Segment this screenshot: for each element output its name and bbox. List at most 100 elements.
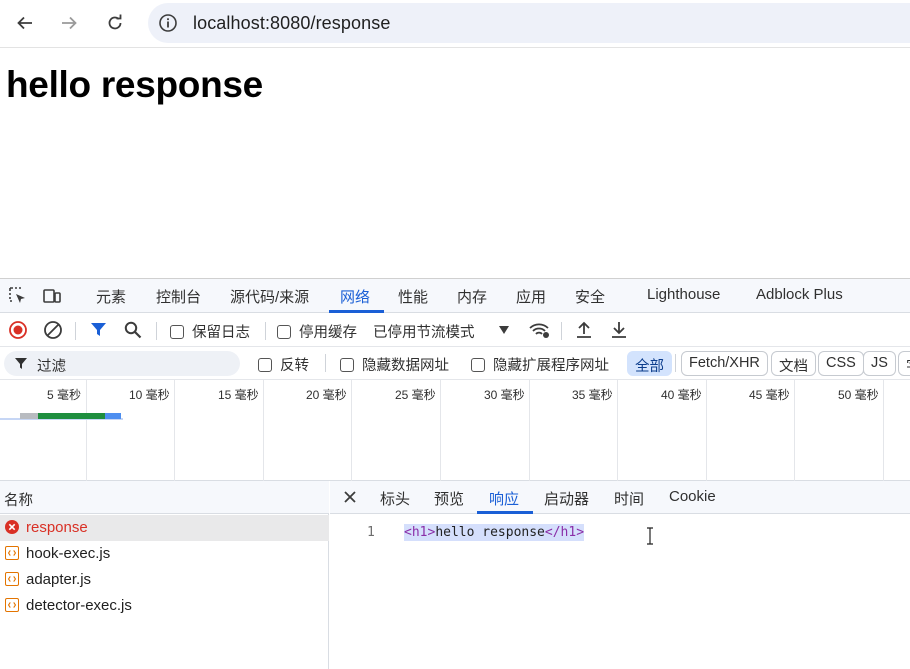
request-name: response	[26, 519, 88, 536]
reload-button[interactable]	[100, 8, 130, 38]
tab-console[interactable]: 控制台	[156, 286, 201, 307]
active-detail-tab-indicator	[477, 511, 533, 514]
clear-icon[interactable]	[43, 320, 63, 340]
tab-preview[interactable]: 预览	[434, 488, 464, 509]
network-conditions-icon[interactable]	[528, 320, 550, 340]
script-file-icon	[5, 572, 19, 586]
timeline-tick-label: 20 毫秒	[306, 388, 347, 402]
filter-type-font[interactable]: 字	[898, 351, 910, 376]
error-icon	[5, 520, 19, 534]
tab-response[interactable]: 响应	[489, 488, 519, 509]
url-text[interactable]: localhost:8080/response	[193, 13, 390, 34]
response-code-line[interactable]: 1 <h1>hello response</h1>	[330, 524, 910, 544]
network-toolbar: 保留日志 停用缓存 已停用节流模式	[0, 313, 910, 347]
request-row-detector-exec[interactable]: detector-exec.js	[0, 593, 329, 619]
tab-network[interactable]: 网络	[340, 286, 370, 307]
invert-label: 反转	[280, 358, 309, 374]
timeline-bar-waiting	[20, 413, 38, 419]
filter-type-css[interactable]: CSS	[818, 351, 864, 376]
throttling-value: 已停用节流模式	[373, 325, 475, 341]
request-name: hook-exec.js	[26, 545, 111, 562]
filter-type-js[interactable]: JS	[863, 351, 896, 376]
request-row-adapter[interactable]: adapter.js	[0, 567, 329, 593]
timeline-tick-label: 35 毫秒	[572, 388, 613, 402]
selected-code[interactable]: <h1>hello response</h1>	[404, 524, 585, 541]
throttling-select[interactable]: 已停用节流模式	[373, 321, 475, 342]
checkbox-box[interactable]	[170, 325, 184, 339]
disable-cache-checkbox[interactable]: 停用缓存	[277, 321, 357, 342]
checkbox-box[interactable]	[340, 358, 354, 372]
filter-placeholder: 过滤	[37, 359, 66, 375]
text-cursor-icon	[647, 527, 653, 545]
request-row-hook-exec[interactable]: hook-exec.js	[0, 541, 329, 567]
tab-lighthouse[interactable]: Lighthouse	[647, 286, 720, 303]
search-icon[interactable]	[124, 321, 142, 339]
filter-type-all[interactable]: 全部	[627, 351, 672, 376]
details-tab-bar: 标头 预览 响应 启动器 时间 Cookie	[330, 481, 910, 514]
hide-data-urls-label: 隐藏数据网址	[362, 358, 449, 374]
separator	[675, 354, 676, 372]
timeline-bar-download	[105, 413, 121, 419]
timeline-gridline	[529, 380, 530, 481]
address-bar[interactable]: localhost:8080/response	[148, 3, 910, 43]
filter-type-fetch-xhr[interactable]: Fetch/XHR	[681, 351, 768, 376]
devtools-panel: 元素 控制台 源代码/来源 网络 性能 内存 应用 安全 Lighthouse …	[0, 278, 910, 669]
browser-toolbar: localhost:8080/response	[0, 0, 910, 48]
checkbox-box[interactable]	[277, 325, 291, 339]
tab-headers[interactable]: 标头	[380, 488, 410, 509]
filter-funnel-icon	[15, 358, 27, 369]
filter-input[interactable]: 过滤	[4, 351, 240, 376]
tab-initiator[interactable]: 启动器	[544, 488, 589, 509]
page-heading: hello response	[6, 64, 263, 105]
name-column-header[interactable]: 名称	[4, 489, 33, 510]
timeline-gridline	[883, 380, 884, 481]
hide-extension-urls-label: 隐藏扩展程序网址	[493, 358, 609, 374]
request-row-response[interactable]: response	[0, 515, 329, 541]
back-button[interactable]	[10, 8, 40, 38]
tab-application[interactable]: 应用	[516, 286, 546, 307]
download-icon[interactable]	[610, 320, 628, 340]
separator	[325, 354, 326, 372]
tab-cookie[interactable]: Cookie	[669, 488, 716, 505]
checkbox-box[interactable]	[471, 358, 485, 372]
timeline-gridline	[706, 380, 707, 481]
network-timeline[interactable]: 5 毫秒 10 毫秒 15 毫秒 20 毫秒 25 毫秒 30 毫秒 35 毫秒…	[0, 380, 910, 481]
filter-type-doc[interactable]: 文档	[771, 351, 816, 376]
dropdown-arrow-icon[interactable]	[498, 325, 510, 335]
reload-icon	[108, 14, 122, 30]
timeline-tick-label: 30 毫秒	[484, 388, 525, 402]
forward-button[interactable]	[54, 8, 84, 38]
separator	[156, 322, 157, 340]
devtools-tab-bar: 元素 控制台 源代码/来源 网络 性能 内存 应用 安全 Lighthouse …	[0, 279, 910, 313]
upload-icon[interactable]	[575, 320, 593, 340]
filter-icon[interactable]	[90, 321, 107, 338]
hide-extension-urls-checkbox[interactable]: 隐藏扩展程序网址	[471, 354, 609, 375]
timeline-tick-label: 45 毫秒	[749, 388, 790, 402]
tab-memory[interactable]: 内存	[457, 286, 487, 307]
tab-sources[interactable]: 源代码/来源	[230, 286, 309, 307]
close-icon[interactable]	[342, 489, 358, 505]
timeline-gridline	[794, 380, 795, 481]
open-tag: <h1>	[404, 525, 436, 540]
timeline-gridline	[86, 380, 87, 481]
tab-performance[interactable]: 性能	[398, 286, 428, 307]
hide-data-urls-checkbox[interactable]: 隐藏数据网址	[340, 354, 449, 375]
timeline-tick-label: 10 毫秒	[129, 388, 170, 402]
close-tag: </h1>	[544, 525, 585, 540]
request-name: detector-exec.js	[26, 597, 132, 614]
preserve-log-checkbox[interactable]: 保留日志	[170, 321, 250, 342]
device-toolbar-icon[interactable]	[42, 286, 62, 306]
tab-elements[interactable]: 元素	[96, 286, 126, 307]
stop-recording-icon[interactable]	[8, 320, 28, 340]
inspect-element-icon[interactable]	[8, 286, 28, 306]
checkbox-box[interactable]	[258, 358, 272, 372]
line-number: 1	[367, 525, 375, 540]
invert-checkbox[interactable]: 反转	[258, 354, 309, 375]
tab-timing[interactable]: 时间	[614, 488, 644, 509]
timeline-gridline	[440, 380, 441, 481]
request-name: adapter.js	[26, 571, 92, 588]
tab-adblock-plus[interactable]: Adblock Plus	[756, 286, 843, 303]
timeline-tick-label: 50 毫秒	[838, 388, 879, 402]
tab-security[interactable]: 安全	[575, 286, 605, 307]
info-icon[interactable]	[158, 13, 178, 33]
